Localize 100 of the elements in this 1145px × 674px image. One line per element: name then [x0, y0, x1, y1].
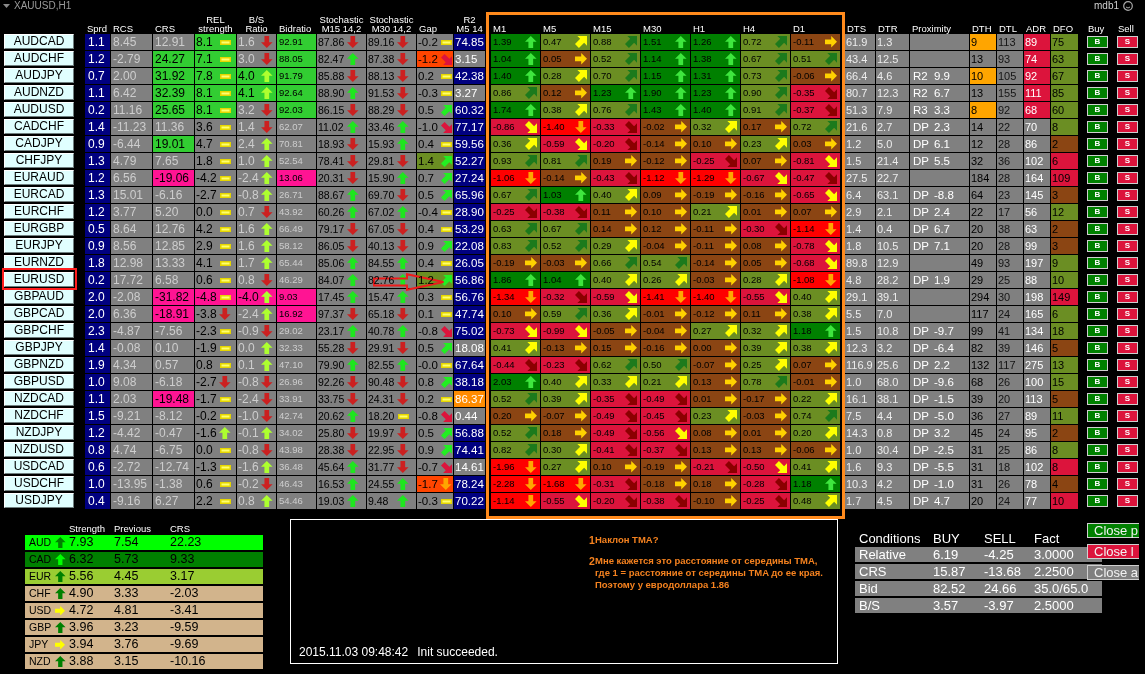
buy-button[interactable]: B: [1087, 444, 1108, 456]
sell-button[interactable]: S: [1117, 427, 1138, 439]
sell-button[interactable]: S: [1117, 461, 1138, 473]
sell-button[interactable]: S: [1117, 53, 1138, 65]
sell-button[interactable]: S: [1117, 478, 1138, 490]
buy-value: 15.87: [933, 564, 967, 579]
pair-button[interactable]: EURUSD: [4, 272, 74, 287]
pair-button[interactable]: USDCHF: [4, 476, 74, 491]
buy-button[interactable]: B: [1087, 155, 1108, 167]
pair-button[interactable]: USDJPY: [4, 493, 74, 508]
pair-button[interactable]: AUDNZD: [4, 85, 74, 100]
close-button[interactable]: Close p: [1087, 523, 1139, 538]
right-arrow-icon: [775, 393, 787, 405]
sell-button[interactable]: S: [1117, 410, 1138, 422]
buy-button[interactable]: B: [1087, 274, 1108, 286]
pair-button[interactable]: EURAUD: [4, 170, 74, 185]
buy-button[interactable]: B: [1087, 53, 1108, 65]
sell-button[interactable]: S: [1117, 223, 1138, 235]
right-arrow-icon: [725, 189, 737, 201]
pair-button[interactable]: GBPUSD: [4, 374, 74, 389]
sell-button[interactable]: S: [1117, 359, 1138, 371]
sell-button[interactable]: S: [1117, 189, 1138, 201]
buy-button[interactable]: B: [1087, 291, 1108, 303]
sell-button[interactable]: S: [1117, 308, 1138, 320]
buy-button[interactable]: B: [1087, 359, 1108, 371]
buy-button[interactable]: B: [1087, 70, 1108, 82]
buy-button[interactable]: B: [1087, 410, 1108, 422]
buy-button[interactable]: B: [1087, 104, 1108, 116]
buy-button[interactable]: B: [1087, 325, 1108, 337]
pair-button[interactable]: NZDUSD: [4, 442, 74, 457]
table-cell: 36.48: [277, 459, 316, 475]
sell-button[interactable]: S: [1117, 104, 1138, 116]
pair-button[interactable]: AUDCAD: [4, 34, 74, 49]
close-button[interactable]: Close l: [1087, 544, 1139, 559]
buy-button[interactable]: B: [1087, 393, 1108, 405]
buy-button[interactable]: B: [1087, 87, 1108, 99]
table-cell: 1.8: [85, 255, 110, 271]
sell-button[interactable]: S: [1117, 291, 1138, 303]
pair-button[interactable]: NZDJPY: [4, 425, 74, 440]
up-right-arrow-icon: [525, 87, 537, 99]
sell-button[interactable]: S: [1117, 240, 1138, 252]
table-cell: 36: [997, 153, 1023, 169]
buy-button[interactable]: B: [1087, 461, 1108, 473]
down-right-arrow-icon: [441, 53, 452, 65]
sell-button[interactable]: S: [1117, 36, 1138, 48]
sell-button[interactable]: S: [1117, 172, 1138, 184]
buy-button[interactable]: B: [1087, 478, 1108, 490]
sell-button[interactable]: S: [1117, 393, 1138, 405]
buy-button[interactable]: B: [1087, 342, 1108, 354]
sell-button[interactable]: S: [1117, 325, 1138, 337]
sell-button[interactable]: S: [1117, 444, 1138, 456]
pair-button[interactable]: GBPCAD: [4, 306, 74, 321]
pair-button[interactable]: GBPNZD: [4, 357, 74, 372]
sell-button[interactable]: S: [1117, 87, 1138, 99]
proximity-tag: DP: [913, 119, 934, 135]
sell-button[interactable]: S: [1117, 274, 1138, 286]
dash-icon: [220, 175, 231, 181]
sell-button[interactable]: S: [1117, 342, 1138, 354]
buy-button[interactable]: B: [1087, 172, 1108, 184]
sell-button[interactable]: S: [1117, 138, 1138, 150]
buy-button[interactable]: B: [1087, 223, 1108, 235]
buy-button[interactable]: B: [1087, 495, 1108, 507]
sell-button[interactable]: S: [1117, 495, 1138, 507]
pair-button[interactable]: EURGBP: [4, 221, 74, 236]
buy-button[interactable]: B: [1087, 189, 1108, 201]
pair-button[interactable]: EURCAD: [4, 187, 74, 202]
buy-button[interactable]: B: [1087, 257, 1108, 269]
buy-button[interactable]: B: [1087, 376, 1108, 388]
sell-button[interactable]: S: [1117, 70, 1138, 82]
pair-button[interactable]: AUDJPY: [4, 68, 74, 83]
sell-button[interactable]: S: [1117, 155, 1138, 167]
pair-button[interactable]: AUDCHF: [4, 51, 74, 66]
pair-button[interactable]: EURCHF: [4, 204, 74, 219]
pair-button[interactable]: CHFJPY: [4, 153, 74, 168]
pair-button[interactable]: CADJPY: [4, 136, 74, 151]
table-cell: 5.5: [845, 306, 875, 322]
cell-value: 91.53: [368, 86, 395, 101]
pair-button[interactable]: CADCHF: [4, 119, 74, 134]
sell-button[interactable]: S: [1117, 257, 1138, 269]
pair-button[interactable]: USDCAD: [4, 459, 74, 474]
buy-button[interactable]: B: [1087, 427, 1108, 439]
pair-button[interactable]: EURJPY: [4, 238, 74, 253]
pair-button[interactable]: GBPJPY: [4, 340, 74, 355]
pair-button[interactable]: NZDCHF: [4, 408, 74, 423]
pair-button[interactable]: NZDCAD: [4, 391, 74, 406]
sell-button[interactable]: S: [1117, 376, 1138, 388]
buy-button[interactable]: B: [1087, 138, 1108, 150]
buy-button[interactable]: B: [1087, 36, 1108, 48]
dash-icon: [220, 243, 231, 249]
pair-button[interactable]: GBPCHF: [4, 323, 74, 338]
pair-button[interactable]: AUDUSD: [4, 102, 74, 117]
sell-button[interactable]: S: [1117, 206, 1138, 218]
sell-button[interactable]: S: [1117, 121, 1138, 133]
buy-button[interactable]: B: [1087, 240, 1108, 252]
buy-button[interactable]: B: [1087, 206, 1108, 218]
close-button[interactable]: Close a: [1087, 565, 1139, 580]
cell-value: 97.37: [318, 307, 345, 322]
buy-button[interactable]: B: [1087, 308, 1108, 320]
table-cell: -2.79: [111, 51, 152, 67]
buy-button[interactable]: B: [1087, 121, 1108, 133]
